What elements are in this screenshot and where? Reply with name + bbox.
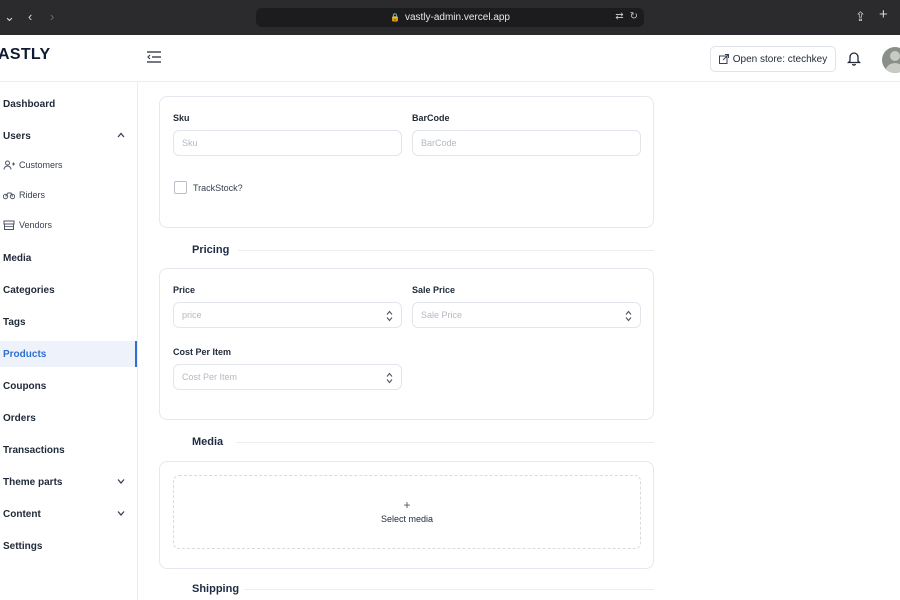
forward-arrow-icon[interactable]: › — [50, 9, 54, 25]
sidebar-item-users[interactable]: Users — [0, 123, 137, 149]
sidebar-item-products[interactable]: Products — [0, 341, 137, 367]
share-icon[interactable]: ⇪ — [855, 9, 866, 25]
media-dropzone[interactable]: + Select media — [173, 475, 641, 549]
section-divider — [236, 442, 654, 443]
sale-price-input[interactable]: Sale Price — [412, 302, 641, 328]
stepper-icon[interactable] — [386, 310, 393, 322]
back-arrow-icon[interactable]: ‹ — [28, 9, 32, 25]
plus-icon: + — [403, 498, 411, 512]
sku-placeholder: Sku — [182, 138, 198, 148]
section-divider — [244, 589, 654, 590]
bicycle-icon — [3, 192, 15, 200]
chevron-down-icon[interactable]: ⌄ — [4, 9, 15, 25]
sidebar: Dashboard Users Customers Riders Vendors… — [0, 82, 138, 600]
sidebar-item-coupons[interactable]: Coupons — [0, 373, 137, 399]
store-icon — [3, 220, 15, 230]
chevron-down-icon — [117, 479, 125, 484]
sidebar-item-label: Orders — [3, 412, 36, 424]
shipping-title: Shipping — [192, 583, 240, 595]
chevron-up-icon — [117, 132, 125, 138]
external-link-icon — [718, 54, 729, 64]
sidebar-item-theme-parts[interactable]: Theme parts — [0, 469, 137, 495]
app-header: ASTLY Open store: ctechkey — [0, 35, 900, 82]
sidebar-item-customers[interactable]: Customers — [0, 153, 137, 177]
price-label: Price — [173, 285, 196, 295]
new-tab-icon[interactable]: + — [879, 7, 888, 23]
user-plus-icon — [3, 160, 15, 170]
cost-per-item-input[interactable]: Cost Per Item — [173, 364, 402, 390]
sku-input[interactable]: Sku — [173, 130, 402, 156]
sidebar-item-transactions[interactable]: Transactions — [0, 437, 137, 463]
main-content: Sku Sku BarCode BarCode TrackStock? Pric… — [138, 82, 900, 600]
sidebar-item-orders[interactable]: Orders — [0, 405, 137, 431]
sidebar-item-media[interactable]: Media — [0, 245, 137, 271]
sidebar-item-label: Dashboard — [3, 98, 56, 110]
pricing-card: Price price Sale Price Sale Price Cost P… — [159, 268, 654, 420]
inventory-card: Sku Sku BarCode BarCode TrackStock? — [159, 96, 654, 228]
sidebar-item-label: Tags — [3, 316, 26, 328]
stepper-icon[interactable] — [386, 372, 393, 384]
sidebar-item-vendors[interactable]: Vendors — [0, 213, 137, 237]
sidebar-item-label: Theme parts — [3, 476, 63, 488]
url-text: vastly-admin.vercel.app — [404, 12, 510, 23]
trackstock-checkbox[interactable] — [174, 181, 187, 194]
menu-toggle-icon[interactable] — [147, 51, 161, 63]
open-store-label: Open store: ctechkey — [732, 53, 828, 65]
sidebar-item-label: Vendors — [19, 220, 53, 230]
media-card: + Select media — [159, 461, 654, 569]
address-bar[interactable]: 🔒 vastly-admin.vercel.app ⇄ ↻ — [256, 8, 644, 27]
sku-label: Sku — [173, 113, 190, 123]
translate-icon[interactable]: ⇄ — [615, 11, 623, 22]
price-input[interactable]: price — [173, 302, 402, 328]
barcode-label: BarCode — [412, 113, 450, 123]
open-store-button[interactable]: Open store: ctechkey — [710, 46, 836, 72]
cost-per-item-placeholder: Cost Per Item — [182, 372, 238, 382]
sidebar-item-dashboard[interactable]: Dashboard — [0, 91, 137, 117]
trackstock-label[interactable]: TrackStock? — [193, 183, 243, 193]
sale-price-placeholder: Sale Price — [421, 310, 463, 320]
sidebar-item-label: Users — [3, 130, 31, 142]
sidebar-item-label: Settings — [3, 540, 43, 552]
pricing-title: Pricing — [192, 244, 230, 256]
chevron-down-icon — [117, 511, 125, 516]
reload-icon[interactable]: ↻ — [630, 11, 638, 22]
sidebar-item-label: Customers — [19, 160, 63, 170]
cost-per-item-label: Cost Per Item — [173, 347, 232, 357]
barcode-input[interactable]: BarCode — [412, 130, 641, 156]
select-media-label: Select media — [380, 514, 434, 524]
sidebar-item-content[interactable]: Content — [0, 501, 137, 527]
bell-icon[interactable] — [847, 50, 861, 66]
sidebar-item-categories[interactable]: Categories — [0, 277, 137, 303]
sidebar-item-label: Transactions — [3, 444, 65, 456]
browser-toolbar: ⌄ ‹ › 🔒 vastly-admin.vercel.app ⇄ ↻ ⇪ + — [0, 0, 900, 35]
section-divider — [238, 250, 654, 251]
sidebar-item-label: Coupons — [3, 380, 47, 392]
sidebar-item-label: Riders — [19, 190, 46, 200]
sidebar-item-label: Categories — [3, 284, 55, 296]
logo[interactable]: ASTLY — [0, 46, 50, 64]
barcode-placeholder: BarCode — [421, 138, 457, 148]
sidebar-item-riders[interactable]: Riders — [0, 183, 137, 207]
sale-price-label: Sale Price — [412, 285, 456, 295]
media-title: Media — [192, 436, 224, 448]
sidebar-item-label: Products — [3, 348, 47, 360]
avatar[interactable] — [882, 47, 900, 73]
stepper-icon[interactable] — [625, 310, 632, 322]
sidebar-item-settings[interactable]: Settings — [0, 533, 137, 559]
sidebar-item-label: Content — [3, 508, 41, 520]
sidebar-item-tags[interactable]: Tags — [0, 309, 137, 335]
price-placeholder: price — [182, 310, 202, 320]
lock-icon: 🔒 — [389, 13, 400, 22]
sidebar-item-label: Media — [3, 252, 32, 264]
